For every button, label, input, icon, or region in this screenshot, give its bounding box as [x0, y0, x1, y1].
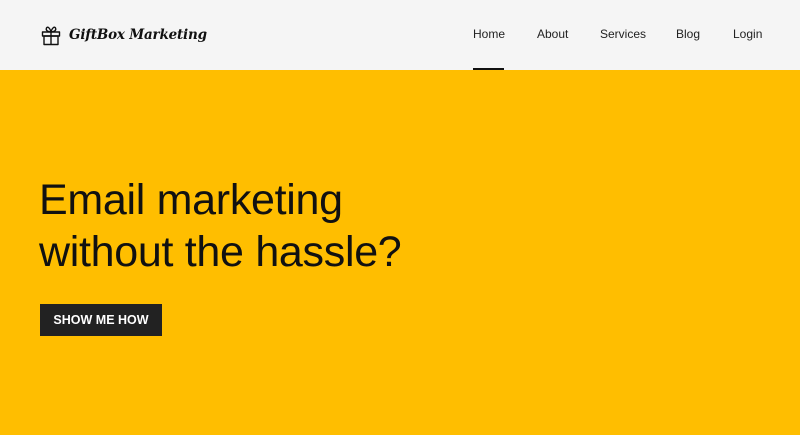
page: GiftBox Marketing Home About Services Bl… [0, 0, 800, 435]
navbar: GiftBox Marketing Home About Services Bl… [0, 0, 800, 70]
brand-name: GiftBox Marketing [69, 27, 207, 43]
hero-title-line-1: Email marketing [39, 176, 343, 224]
nav-item-about[interactable]: About [537, 27, 568, 41]
show-me-how-button[interactable]: SHOW ME HOW [40, 304, 162, 336]
brand-logo-link[interactable]: GiftBox Marketing [40, 23, 207, 47]
gift-icon [40, 24, 62, 46]
nav-item-services[interactable]: Services [600, 27, 646, 41]
nav-item-blog[interactable]: Blog [676, 27, 700, 41]
hero-title: Email marketing without the hassle? [39, 174, 402, 278]
nav-item-login[interactable]: Login [733, 27, 762, 41]
hero-section: Email marketing without the hassle? SHOW… [0, 70, 800, 435]
hero-title-line-2: without the hassle? [39, 228, 402, 276]
nav-item-home[interactable]: Home [473, 27, 505, 41]
